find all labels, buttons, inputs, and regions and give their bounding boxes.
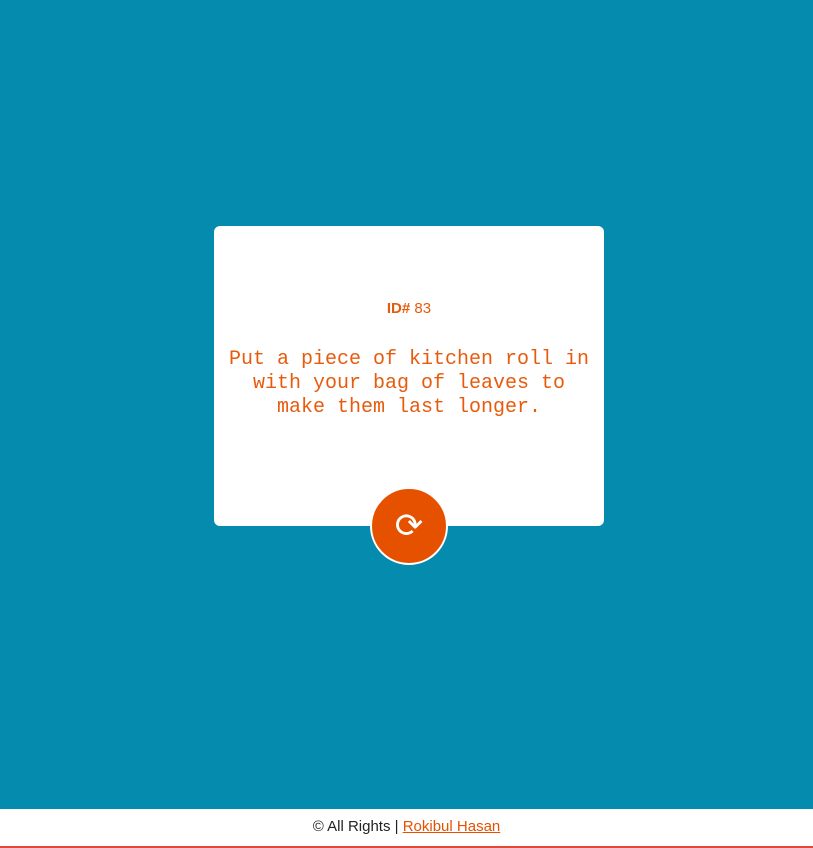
footer: © All Rights | Rokibul Hasan (0, 809, 813, 848)
advice-id-value: 83 (414, 300, 432, 317)
new-advice-button[interactable]: ⟳ (370, 487, 448, 565)
advice-id: ID# 83 (214, 300, 604, 318)
advice-id-label: ID# (386, 300, 411, 317)
author-link[interactable]: Rokibul Hasan (403, 818, 501, 835)
footer-rights-text: © All Rights | (312, 818, 399, 835)
advice-card: ID# 83 Put a piece of kitchen roll in wi… (214, 226, 604, 526)
advice-text: Put a piece of kitchen roll in with your… (228, 348, 590, 419)
refresh-icon: ⟳ (394, 506, 424, 546)
